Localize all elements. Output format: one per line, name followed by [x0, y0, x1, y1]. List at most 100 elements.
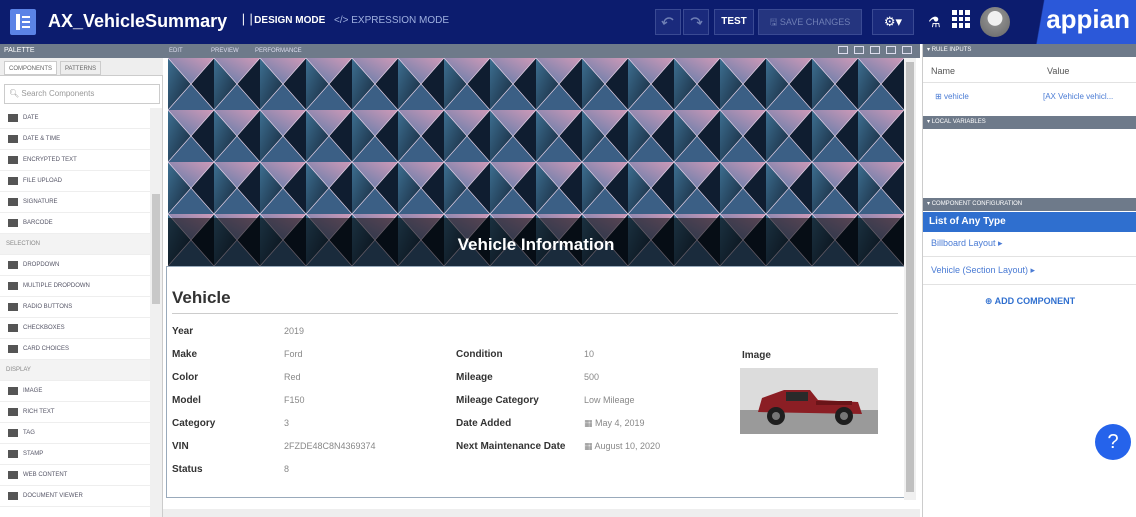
component-icon — [8, 156, 18, 164]
field-value: 8 — [284, 464, 289, 474]
canvas-horizontal-scrollbar[interactable] — [163, 509, 920, 517]
list-of-any-type-row[interactable]: List of Any Type — [923, 212, 1136, 232]
canvas-scroll-thumb[interactable] — [906, 62, 914, 492]
field-label: Category — [172, 418, 216, 429]
rule-inputs-divider — [923, 82, 1136, 83]
field-label: Date Added — [456, 418, 512, 429]
palette-item[interactable]: DROPDOWN — [0, 255, 150, 276]
palette-item[interactable]: BARCODE — [0, 213, 150, 234]
palette-item[interactable]: DATE & TIME — [0, 129, 150, 150]
field-label: Color — [172, 372, 199, 383]
app-title: AX_VehicleSummary — [48, 11, 228, 31]
palette-item-label: TAG — [23, 430, 35, 436]
field-row: VIN 2FZDE48C8N4369374 — [172, 441, 432, 464]
expression-mode-label: EXPRESSION MODE — [351, 15, 450, 26]
tab-components[interactable]: COMPONENTS — [4, 61, 58, 75]
palette-item-label: MULTIPLE DROPDOWN — [23, 283, 90, 289]
palette-item[interactable]: SIGNATURE — [0, 192, 150, 213]
add-component-button[interactable]: ⊕ ADD COMPONENT — [923, 296, 1136, 307]
field-row: Mileage Category Low Mileage — [456, 395, 726, 418]
palette-item[interactable]: STAMP — [0, 444, 150, 465]
rule-inputs-header[interactable]: ▾ RULE INPUTS — [923, 44, 1136, 57]
rule-input-name: vehicle — [943, 92, 969, 101]
palette-item[interactable]: CHECKBOXES — [0, 318, 150, 339]
desktop-view-icon[interactable] — [838, 46, 848, 54]
field-value: ▦ May 4, 2019 — [584, 418, 645, 429]
local-variables-header[interactable]: ▾ LOCAL VARIABLES — [923, 116, 1136, 129]
app-logo-icon[interactable] — [10, 9, 36, 35]
field-value: 2019 — [284, 326, 304, 336]
rule-input-value[interactable]: [AX Vehicle vehicl... — [1043, 92, 1113, 101]
field-row: Date Added ▦ May 4, 2019 — [456, 418, 726, 441]
component-icon — [8, 492, 18, 500]
component-configuration-header[interactable]: ▾ COMPONENT CONFIGURATION — [923, 198, 1136, 211]
search-components-input[interactable]: 🔍︎ Search Components — [4, 84, 160, 104]
search-placeholder: Search Components — [21, 89, 95, 98]
palette-item[interactable]: DOCUMENT VIEWER — [0, 486, 150, 507]
component-icon — [8, 198, 18, 206]
palette-item-label: FILE UPLOAD — [23, 178, 63, 184]
palette-item-label: DATE & TIME — [23, 136, 61, 142]
palette-item[interactable]: CARD CHOICES — [0, 339, 150, 360]
field-value: Ford — [284, 349, 303, 359]
billboard-layout-link[interactable]: Billboard Layout ▸ — [931, 238, 1003, 249]
rule-input-vehicle[interactable]: ⊞ vehicle — [935, 92, 969, 101]
palette-item[interactable]: RADIO BUTTONS — [0, 297, 150, 318]
navigation-icon[interactable]: ⚗ — [928, 14, 941, 31]
help-button[interactable]: ? — [1095, 424, 1131, 460]
device-preview-tools — [838, 46, 912, 54]
component-icon — [8, 408, 18, 416]
image-label: Image — [742, 350, 771, 361]
tab-edit[interactable]: EDIT — [169, 45, 183, 57]
field-value-text: Low Mileage — [584, 395, 635, 405]
palette-item-label: DATE — [23, 115, 39, 121]
palette-scrollbar[interactable] — [150, 108, 162, 517]
palette-section-header: SELECTION — [0, 234, 150, 255]
palette-scroll-thumb[interactable] — [152, 194, 160, 304]
tab-patterns[interactable]: PATTERNS — [60, 61, 102, 75]
field-value-text: 2FZDE48C8N4369374 — [284, 441, 376, 451]
tab-preview[interactable]: PREVIEW — [211, 45, 239, 57]
palette-item-label: WEB CONTENT — [23, 472, 68, 478]
tab-performance[interactable]: PERFORMANCE — [255, 45, 302, 57]
save-changes-button[interactable]: 🖫 SAVE CHANGES — [758, 9, 862, 35]
tablet-view-icon[interactable] — [854, 46, 864, 54]
redo-button[interactable] — [683, 9, 709, 35]
settings-menu-button[interactable]: ⚙▾ — [872, 9, 914, 35]
app-grid-icon[interactable] — [952, 10, 970, 28]
palette-item[interactable]: DATE — [0, 108, 150, 129]
field-value: ▦ August 10, 2020 — [584, 441, 660, 452]
phone-view-icon[interactable] — [870, 46, 880, 54]
gear-icon: ⚙▾ — [883, 14, 903, 29]
palette-item[interactable]: MULTIPLE DROPDOWN — [0, 276, 150, 297]
palette-item[interactable]: FILE UPLOAD — [0, 171, 150, 192]
field-value-text: Red — [284, 372, 301, 382]
palette-tabs: COMPONENTS PATTERNS — [0, 58, 163, 76]
calendar-icon: ▦ — [584, 418, 596, 428]
field-row: Make Ford — [172, 349, 432, 372]
component-icon — [8, 135, 18, 143]
palette-item[interactable]: RICH TEXT — [0, 402, 150, 423]
expression-mode-toggle[interactable]: </> EXPRESSION MODE — [334, 15, 449, 26]
config-divider-1 — [923, 256, 1136, 257]
vehicle-section-layout-link[interactable]: Vehicle (Section Layout) ▸ — [931, 265, 1035, 276]
palette-item[interactable]: IMAGE — [0, 381, 150, 402]
user-avatar[interactable] — [980, 7, 1010, 37]
palette-item[interactable]: WEB CONTENT — [0, 465, 150, 486]
fullscreen-icon[interactable] — [886, 46, 896, 54]
component-icon — [8, 387, 18, 395]
palette-item[interactable]: TAG — [0, 423, 150, 444]
design-mode-toggle[interactable]: ▕▕ DESIGN MODE — [236, 15, 325, 26]
palette-item[interactable]: ENCRYPTED TEXT — [0, 150, 150, 171]
value-column-header: Value — [1047, 66, 1070, 76]
undo-icon — [661, 17, 674, 26]
test-button[interactable]: TEST — [714, 9, 754, 35]
undo-button[interactable] — [655, 9, 681, 35]
name-column-header: Name — [931, 66, 956, 76]
redo-icon — [690, 17, 703, 26]
field-value-text: 2019 — [284, 326, 305, 336]
field-column-1: Year 2019 Make Ford Color Red Model F150 Categor… — [172, 326, 432, 487]
field-value-text: 500 — [584, 372, 600, 382]
copy-icon[interactable] — [902, 46, 912, 54]
palette-item-label: DISPLAY — [6, 367, 31, 373]
